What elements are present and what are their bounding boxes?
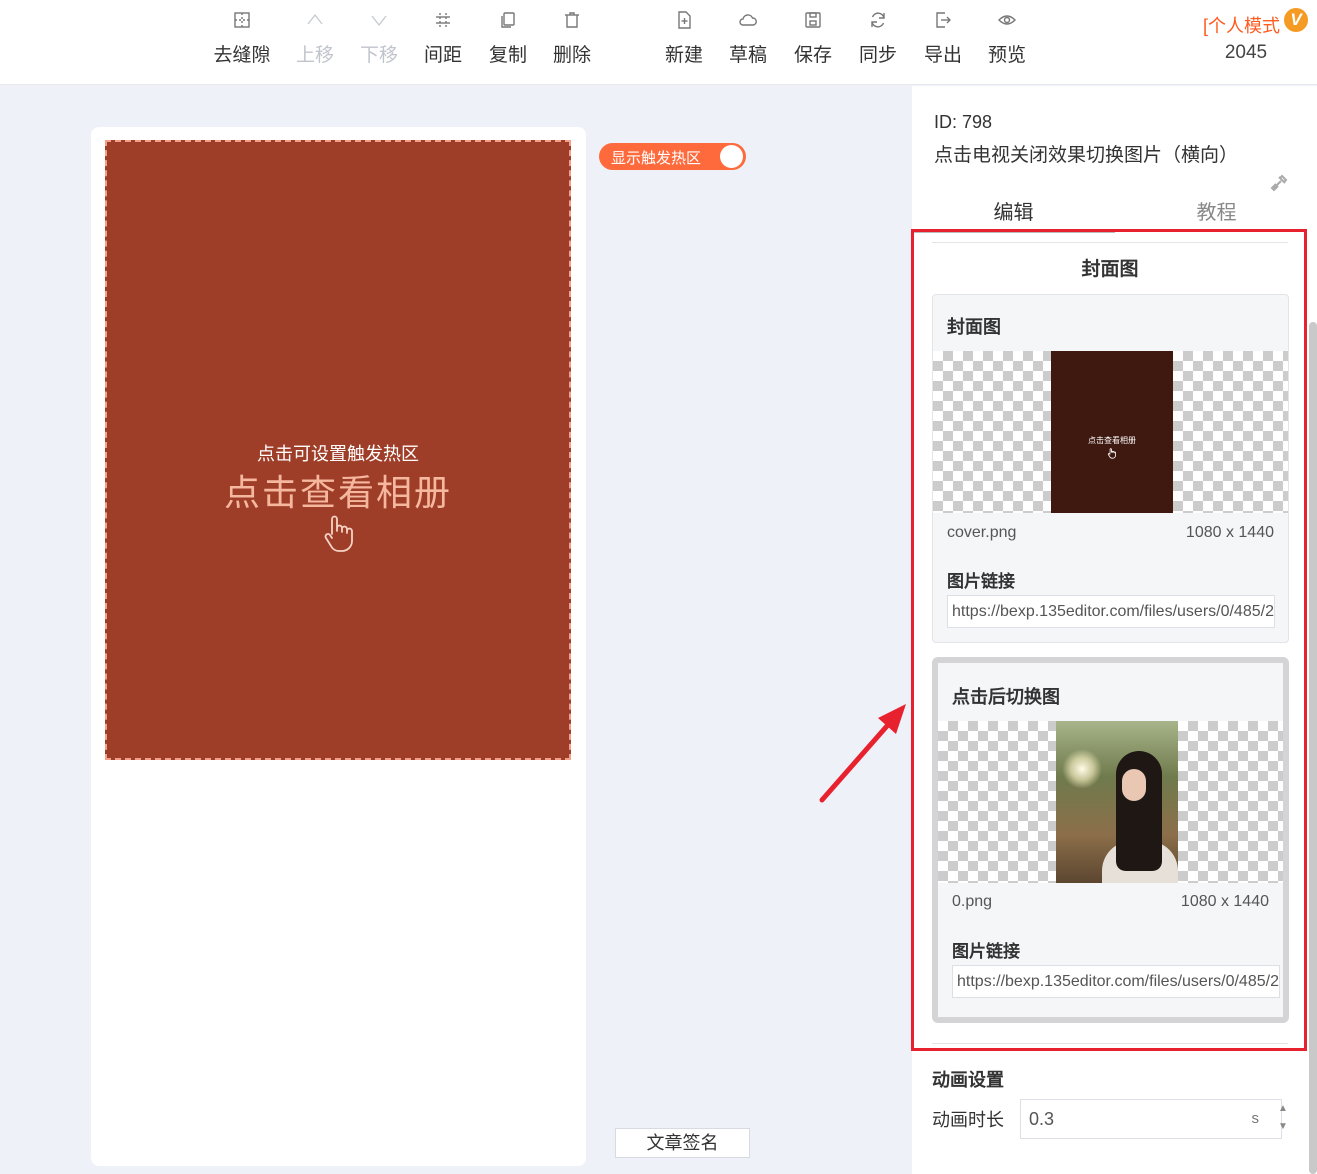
draft-button[interactable]: 草稿 bbox=[716, 10, 780, 67]
animation-settings-title: 动画设置 bbox=[932, 1070, 1004, 1090]
duration-value: 0.3 bbox=[1029, 1109, 1055, 1129]
divider bbox=[932, 242, 1288, 243]
spacing-icon bbox=[411, 10, 475, 32]
animation-duration-input[interactable]: 0.3 s bbox=[1020, 1099, 1282, 1139]
personal-mode-link[interactable]: [个人模式 bbox=[1203, 12, 1280, 38]
duration-stepper[interactable]: ▲ ▼ bbox=[1276, 1100, 1290, 1138]
animation-duration-label: 动画时长 bbox=[932, 1110, 1004, 1130]
new-file-icon bbox=[652, 10, 716, 32]
annotation-arrow-icon bbox=[819, 704, 906, 803]
copy-icon bbox=[476, 10, 540, 32]
cloud-icon bbox=[716, 10, 780, 32]
sync-button[interactable]: 同步 bbox=[846, 10, 910, 67]
pointer-hand-icon bbox=[1107, 448, 1116, 459]
new-button[interactable]: 新建 bbox=[652, 10, 716, 67]
section-title: 封面图 bbox=[1081, 259, 1139, 280]
save-button[interactable]: 保存 bbox=[781, 10, 845, 67]
photo-thumbnail bbox=[1056, 721, 1178, 883]
link-label: 图片链接 bbox=[952, 942, 1020, 961]
vip-badge-icon[interactable]: V bbox=[1284, 8, 1308, 32]
toolbar-label: 同步 bbox=[858, 45, 897, 66]
toolbar-label: 去缝隙 bbox=[213, 45, 271, 66]
card-title: 点击后切换图 bbox=[952, 687, 1060, 707]
chevron-down-icon bbox=[347, 10, 411, 32]
link-label: 图片链接 bbox=[947, 572, 1015, 591]
sync-icon bbox=[846, 10, 910, 32]
toggle-label: 显示触发热区 bbox=[611, 150, 702, 167]
toggle-knob bbox=[720, 145, 743, 168]
remove-gap-button[interactable]: 去缝隙 bbox=[210, 10, 274, 67]
file-size: 1080 x 1440 bbox=[1180, 893, 1269, 910]
toolbar-label: 下移 bbox=[359, 45, 398, 66]
card-title: 封面图 bbox=[947, 317, 1001, 337]
credit-count: 2045 bbox=[1224, 42, 1268, 63]
trigger-hotzone[interactable]: 点击可设置触发热区 点击查看相册 bbox=[105, 140, 571, 760]
cover-image-card: 封面图 点击查看相册 cover.png 1080 x 1440 图片链接 ht… bbox=[932, 294, 1289, 643]
spacing-button[interactable]: 间距 bbox=[411, 10, 475, 67]
switched-image-card: 点击后切换图 0.png 1080 x 1440 图片链接 https://be… bbox=[932, 657, 1289, 1023]
cover-link-input[interactable]: https://bexp.135editor.com/files/users/0… bbox=[947, 595, 1275, 628]
toolbar-label: 预览 bbox=[987, 45, 1026, 66]
chevron-up-icon bbox=[283, 10, 347, 32]
file-name: 0.png bbox=[952, 893, 993, 910]
duration-unit: s bbox=[1251, 1110, 1260, 1127]
toolbar-label: 间距 bbox=[423, 45, 462, 66]
export-button[interactable]: 导出 bbox=[911, 10, 975, 67]
pointer-hand-icon bbox=[324, 515, 353, 552]
top-toolbar: 去缝隙 上移 下移 间距 复制 删除 新建 草稿 保存 同步 导出 预览 [个人… bbox=[0, 0, 1317, 85]
template-id: ID: 798 bbox=[934, 112, 993, 132]
article-signature-button[interactable]: 文章签名 bbox=[615, 1128, 750, 1158]
toolbar-label: 导出 bbox=[923, 45, 962, 66]
move-up-button[interactable]: 上移 bbox=[283, 10, 347, 67]
show-hotzone-toggle[interactable]: 显示触发热区 bbox=[599, 143, 746, 170]
hotzone-tip: 点击可设置触发热区 bbox=[257, 444, 419, 464]
toolbar-label: 上移 bbox=[295, 45, 334, 66]
panel-scrollbar[interactable] bbox=[1309, 322, 1317, 1174]
toolbar-label: 保存 bbox=[793, 45, 832, 66]
thumb-text: 点击查看相册 bbox=[1088, 436, 1136, 445]
grid-dot-icon bbox=[210, 10, 274, 32]
toolbar-label: 删除 bbox=[552, 45, 591, 66]
image-preview[interactable]: 点击查看相册 bbox=[933, 351, 1288, 513]
divider bbox=[932, 1043, 1288, 1044]
template-name: 点击电视关闭效果切换图片（横向） bbox=[934, 145, 1239, 166]
stepper-down-icon[interactable]: ▼ bbox=[1276, 1118, 1290, 1136]
cover-thumbnail: 点击查看相册 bbox=[1051, 351, 1173, 513]
copy-button[interactable]: 复制 bbox=[476, 10, 540, 67]
file-name: cover.png bbox=[947, 524, 1017, 541]
file-size: 1080 x 1440 bbox=[1185, 524, 1274, 541]
eye-icon bbox=[975, 10, 1039, 32]
toolbar-label: 新建 bbox=[664, 45, 703, 66]
toolbar-label: 草稿 bbox=[728, 45, 767, 66]
trash-icon bbox=[540, 10, 604, 32]
tab-edit[interactable]: 编辑 bbox=[912, 196, 1115, 233]
toolbar-label: 复制 bbox=[488, 45, 527, 66]
settings-panel: ID: 798 点击电视关闭效果切换图片（横向） 编辑 教程 封面图 封面图 点… bbox=[912, 86, 1317, 1174]
save-icon bbox=[781, 10, 845, 32]
tab-tutorial[interactable]: 教程 bbox=[1115, 196, 1317, 225]
switched-link-input[interactable]: https://bexp.135editor.com/files/users/0… bbox=[952, 965, 1280, 998]
tools-icon[interactable] bbox=[1270, 174, 1288, 192]
hotzone-title: 点击查看相册 bbox=[223, 472, 452, 513]
image-preview[interactable] bbox=[938, 721, 1283, 883]
delete-button[interactable]: 删除 bbox=[540, 10, 604, 67]
stepper-up-icon[interactable]: ▲ bbox=[1276, 1100, 1290, 1118]
preview-button[interactable]: 预览 bbox=[975, 10, 1039, 67]
export-icon bbox=[911, 10, 975, 32]
move-down-button[interactable]: 下移 bbox=[347, 10, 411, 67]
